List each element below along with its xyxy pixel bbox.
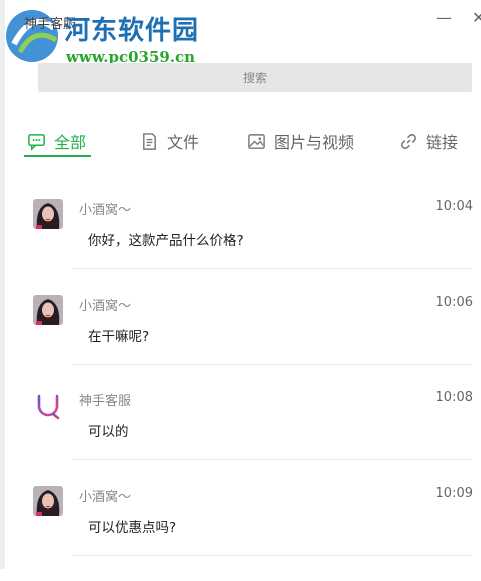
tab-images-videos[interactable]: 图片与视频 (247, 127, 354, 155)
close-button[interactable]: ✕ (472, 8, 481, 28)
avatar (33, 486, 63, 516)
tab-all[interactable]: 全部 (27, 127, 86, 155)
list-item[interactable]: 小酒窝～ 10:04 你好，这款产品什么价格? (0, 199, 481, 294)
user-photo-icon (33, 486, 63, 516)
tab-files-label: 文件 (167, 133, 200, 152)
divider (72, 364, 472, 365)
tab-links-label: 链接 (426, 133, 459, 152)
active-tab-indicator (24, 155, 91, 157)
hand-logo-icon (37, 392, 60, 420)
minimize-button[interactable]: — (436, 8, 452, 28)
divider (72, 555, 472, 556)
tab-links[interactable]: 链接 (399, 127, 458, 155)
document-icon (143, 132, 156, 150)
message-text: 你好，这款产品什么价格? (88, 233, 244, 249)
user-photo-icon (33, 199, 63, 229)
list-item[interactable]: 神手客服 10:08 可以的 (0, 390, 481, 485)
avatar (33, 295, 63, 325)
sender-name: 小酒窝～ (79, 203, 132, 218)
sender-name: 小酒窝～ (79, 490, 132, 505)
sender-name: 神手客服 (79, 394, 132, 409)
divider (72, 268, 472, 269)
message-text: 可以的 (88, 424, 129, 440)
list-item[interactable]: 小酒窝～ 10:09 可以优惠点吗? (0, 486, 481, 581)
message-text: 在干嘛呢? (88, 329, 150, 345)
message-time: 10:04 (435, 199, 473, 214)
message-time: 10:06 (435, 295, 473, 310)
tab-files[interactable]: 文件 (140, 127, 199, 155)
link-icon (401, 133, 416, 149)
sender-name: 小酒窝～ (79, 299, 132, 314)
divider (72, 459, 472, 460)
user-photo-icon (33, 295, 63, 325)
watermark-site-name: 河东软件园 (64, 16, 200, 46)
tab-images-videos-label: 图片与视频 (274, 133, 355, 152)
chat-bubble-icon (28, 133, 45, 151)
message-time: 10:08 (435, 390, 473, 405)
search-input[interactable]: 搜索 (38, 63, 472, 92)
tab-all-label: 全部 (54, 133, 87, 152)
search-placeholder: 搜索 (242, 71, 267, 85)
message-text: 可以优惠点吗? (88, 520, 177, 536)
avatar (33, 199, 63, 229)
avatar (33, 390, 63, 420)
image-icon (248, 133, 265, 149)
message-time: 10:09 (435, 486, 473, 501)
list-item[interactable]: 小酒窝～ 10:06 在干嘛呢? (0, 295, 481, 390)
